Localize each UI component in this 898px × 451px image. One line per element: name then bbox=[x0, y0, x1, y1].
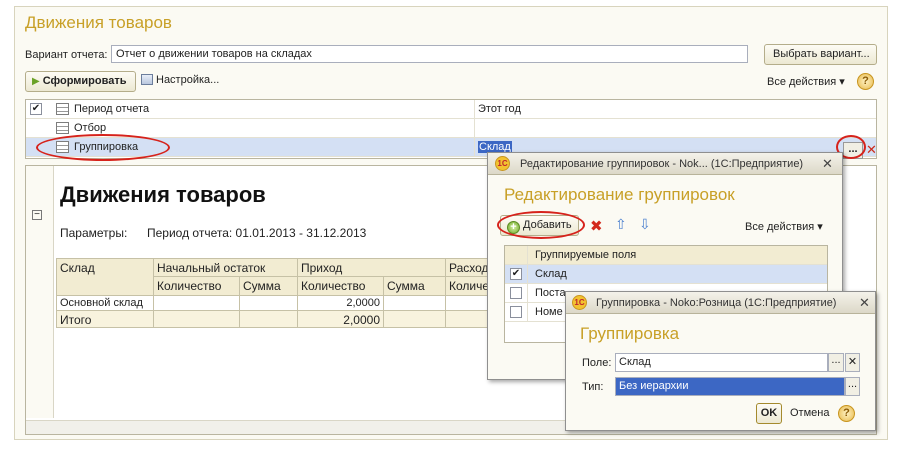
col-warehouse: Склад bbox=[56, 258, 154, 296]
type-pick-button[interactable]: ... bbox=[845, 377, 860, 396]
col-opening: Начальный остаток bbox=[154, 258, 298, 277]
select-grouping-button[interactable]: ... bbox=[843, 142, 863, 159]
dialog-heading: Группировка bbox=[580, 324, 680, 343]
total-cell bbox=[154, 311, 240, 328]
grouping-dialog: 1С Группировка - Noko:Розница (1С:Предпр… bbox=[565, 291, 876, 431]
field-clear-icon[interactable]: ✕ bbox=[845, 353, 860, 372]
table-icon bbox=[56, 103, 69, 115]
params-label: Параметры: bbox=[60, 226, 128, 240]
total-cell bbox=[384, 311, 446, 328]
total-cell bbox=[240, 311, 298, 328]
table-header-label: Группируемые поля bbox=[535, 249, 637, 261]
close-icon[interactable]: ✕ bbox=[822, 156, 833, 172]
field-pick-button[interactable]: ... bbox=[828, 353, 844, 372]
dialog-titlebar[interactable]: 1С Группировка - Noko:Розница (1С:Предпр… bbox=[566, 292, 875, 314]
collapse-icon[interactable]: − bbox=[32, 210, 42, 220]
field-label: Поле: bbox=[582, 357, 612, 369]
add-icon: + bbox=[507, 221, 520, 234]
all-actions-menu[interactable]: Все действия ▾ bbox=[767, 75, 845, 88]
settings-row-filter[interactable]: Отбор bbox=[26, 119, 876, 138]
move-down-icon[interactable]: ⇩ bbox=[639, 216, 651, 233]
delete-icon[interactable]: ✖ bbox=[590, 217, 603, 235]
table-icon bbox=[56, 141, 69, 153]
row-warehouse: Основной склад bbox=[56, 296, 154, 311]
all-actions-menu[interactable]: Все действия ▾ bbox=[745, 220, 823, 233]
variant-label: Вариант отчета: bbox=[25, 49, 108, 61]
field-checkbox[interactable]: ✔ bbox=[510, 268, 522, 280]
dialog-heading: Редактирование группировок bbox=[504, 185, 735, 204]
table-row[interactable]: ✔ Склад bbox=[505, 265, 827, 284]
help-icon[interactable]: ? bbox=[838, 405, 855, 422]
variant-field[interactable]: Отчет о движении товаров на складах bbox=[111, 45, 748, 63]
field-label: Склад bbox=[535, 268, 567, 280]
help-icon[interactable]: ? bbox=[857, 73, 874, 90]
settings-row-label: Отбор bbox=[74, 122, 107, 134]
settings-row-label: Группировка bbox=[74, 141, 139, 153]
settings-table: ✔ Период отчета Этот год Отбор Группиров… bbox=[25, 99, 877, 159]
row-cell bbox=[384, 296, 446, 311]
window-title: Движения товаров bbox=[25, 13, 172, 32]
settings-row-value[interactable]: Этот год bbox=[478, 103, 521, 115]
dialog-title: Группировка - Noko:Розница (1С:Предприят… bbox=[596, 297, 837, 309]
dialog-title: Редактирование группировок - Nok... (1С:… bbox=[520, 158, 804, 170]
filter-icon bbox=[56, 122, 69, 134]
col-income-qty: Количество bbox=[298, 277, 384, 296]
settings-row-period[interactable]: ✔ Период отчета Этот год bbox=[26, 100, 876, 119]
type-input[interactable]: Без иерархии bbox=[615, 377, 845, 396]
period-checkbox[interactable]: ✔ bbox=[30, 103, 42, 115]
col-income: Приход bbox=[298, 258, 446, 277]
report-title: Движения товаров bbox=[60, 182, 266, 207]
cancel-button[interactable]: Отмена bbox=[790, 407, 829, 419]
app-logo-icon: 1С bbox=[495, 156, 510, 171]
total-income-qty: 2,0000 bbox=[298, 311, 384, 328]
row-income-qty: 2,0000 bbox=[298, 296, 384, 311]
settings-button[interactable]: Настройка... bbox=[141, 74, 219, 86]
generate-label: Сформировать bbox=[42, 75, 127, 87]
settings-label: Настройка... bbox=[156, 74, 220, 86]
app-logo-icon: 1С bbox=[572, 295, 587, 310]
field-checkbox[interactable] bbox=[510, 287, 522, 299]
generate-button[interactable]: ▶ Сформировать bbox=[25, 71, 136, 92]
field-label: Номе bbox=[535, 306, 563, 318]
field-checkbox[interactable] bbox=[510, 306, 522, 318]
settings-icon bbox=[141, 74, 153, 85]
row-cell bbox=[154, 296, 240, 311]
table-header: Группируемые поля bbox=[505, 246, 827, 265]
type-label: Тип: bbox=[582, 381, 604, 393]
col-opening-qty: Количество bbox=[154, 277, 240, 296]
clear-icon[interactable]: ✕ bbox=[866, 142, 877, 158]
params-value: Период отчета: 01.01.2013 - 31.12.2013 bbox=[147, 226, 367, 240]
col-income-sum: Сумма bbox=[384, 277, 446, 296]
field-input[interactable]: Склад bbox=[615, 353, 828, 372]
field-label: Поста bbox=[535, 287, 566, 299]
report-gutter: − bbox=[26, 166, 54, 418]
select-variant-button[interactable]: Выбрать вариант... bbox=[764, 44, 877, 65]
row-cell bbox=[240, 296, 298, 311]
add-button[interactable]: + Добавить bbox=[500, 215, 579, 236]
close-icon[interactable]: ✕ bbox=[859, 295, 870, 311]
add-label: Добавить bbox=[523, 219, 572, 231]
total-label: Итого bbox=[56, 311, 154, 328]
col-opening-sum: Сумма bbox=[240, 277, 298, 296]
move-up-icon[interactable]: ⇧ bbox=[615, 216, 627, 233]
ok-button[interactable]: OK bbox=[756, 403, 782, 424]
dialog-titlebar[interactable]: 1С Редактирование группировок - Nok... (… bbox=[488, 153, 842, 175]
settings-row-label: Период отчета bbox=[74, 103, 150, 115]
play-icon: ▶ bbox=[32, 76, 40, 87]
